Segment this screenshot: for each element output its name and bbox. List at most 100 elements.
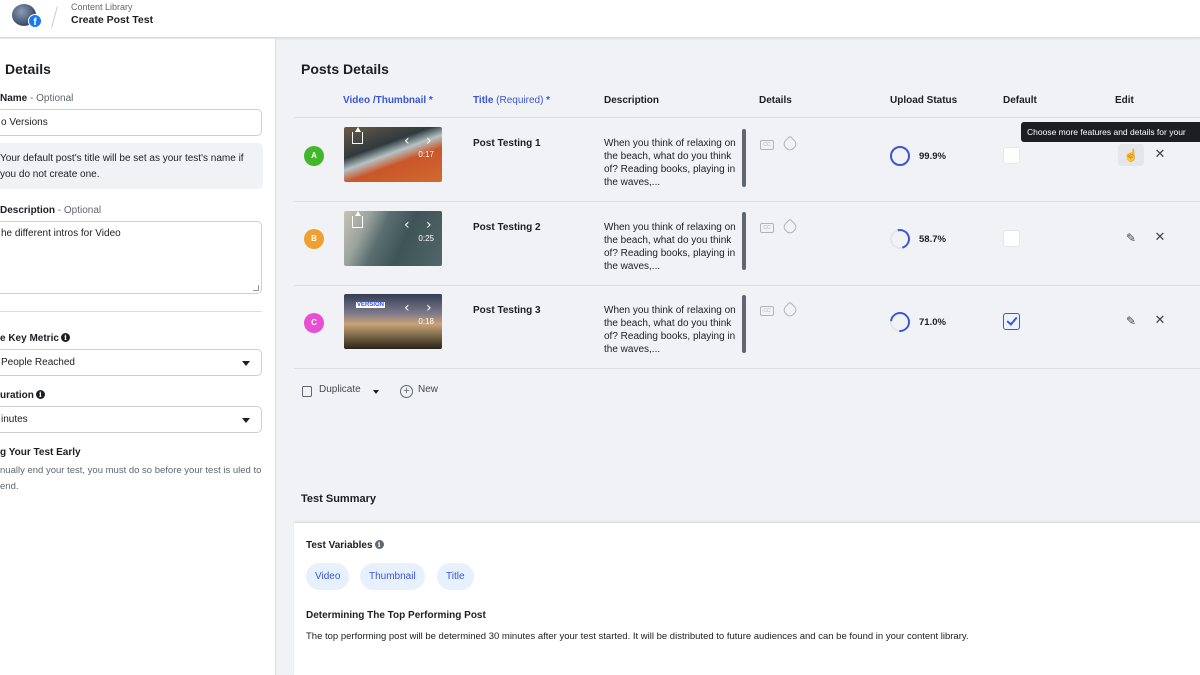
post-title[interactable]: Post Testing 1 bbox=[473, 138, 541, 149]
upload-progress-ring bbox=[886, 225, 914, 253]
post-description[interactable]: When you think of relaxing on the beach,… bbox=[604, 304, 744, 356]
chevron-down-icon[interactable] bbox=[373, 390, 379, 394]
captions-icon[interactable]: CC bbox=[760, 223, 774, 233]
duration-select[interactable]: inutes bbox=[0, 406, 262, 433]
column-description: Description bbox=[604, 95, 660, 106]
column-title: Title (Required) * bbox=[473, 95, 551, 106]
post-title[interactable]: Post Testing 3 bbox=[473, 305, 541, 316]
test-details-panel: Details Name - Optional o Versions Your … bbox=[0, 39, 276, 675]
upload-icon[interactable] bbox=[352, 211, 363, 228]
name-note: Your default post's title will be set as… bbox=[0, 143, 263, 189]
captions-icon[interactable]: CC bbox=[760, 306, 774, 316]
row-divider bbox=[294, 201, 1200, 202]
upload-percent: 58.7% bbox=[919, 234, 946, 245]
chevron-down-icon bbox=[242, 418, 250, 423]
top-post-text: The top performing post will be determin… bbox=[306, 631, 969, 642]
duplicate-button[interactable]: Duplicate bbox=[319, 384, 361, 395]
description-scrollbar[interactable] bbox=[742, 295, 746, 353]
test-description-textarea[interactable]: he different intros for Video bbox=[0, 221, 262, 294]
info-icon[interactable]: i bbox=[35, 390, 45, 399]
video-thumbnail[interactable]: ‹ › 0:25 bbox=[344, 211, 442, 266]
video-thumbnail[interactable]: ‹ › 0:17 bbox=[344, 127, 442, 182]
plus-circle-icon[interactable]: + bbox=[400, 385, 413, 398]
test-name-input[interactable]: o Versions bbox=[0, 109, 262, 136]
chevron-down-icon bbox=[242, 361, 250, 366]
info-icon[interactable]: i bbox=[60, 333, 70, 342]
name-label: Name - Optional bbox=[0, 93, 74, 104]
video-duration: 0:17 bbox=[418, 150, 434, 159]
end-early-text: nually end your test, you must do so bef… bbox=[0, 465, 262, 492]
breadcrumb-content-library[interactable]: Content Library bbox=[71, 2, 133, 12]
post-description[interactable]: When you think of relaxing on the beach,… bbox=[604, 137, 744, 189]
tag-icon[interactable] bbox=[781, 301, 799, 319]
resize-handle[interactable] bbox=[253, 285, 259, 291]
description-scrollbar[interactable] bbox=[742, 212, 746, 270]
upload-percent: 99.9% bbox=[919, 151, 946, 162]
test-variables-label: Test Variables i bbox=[306, 540, 384, 551]
default-checkbox-checked[interactable] bbox=[1003, 313, 1020, 330]
facebook-icon: f bbox=[28, 14, 42, 28]
edit-button[interactable]: ☝ bbox=[1118, 144, 1144, 166]
chevron-left-icon[interactable]: ‹ bbox=[404, 133, 410, 149]
edit-tooltip: Choose more features and details for you… bbox=[1021, 122, 1200, 142]
video-duration: 0:18 bbox=[418, 317, 434, 326]
post-description[interactable]: When you think of relaxing on the beach,… bbox=[604, 221, 744, 273]
test-summary-heading: Test Summary bbox=[301, 493, 376, 505]
row-divider bbox=[294, 117, 1200, 118]
column-details: Details bbox=[759, 95, 792, 106]
upload-progress-ring bbox=[890, 146, 910, 166]
variant-badge: A bbox=[304, 146, 324, 166]
tag-icon[interactable] bbox=[781, 218, 799, 236]
details-heading: Details bbox=[5, 61, 51, 77]
remove-post-button[interactable]: ✕ bbox=[1152, 229, 1168, 245]
breadcrumb-separator bbox=[51, 6, 58, 28]
tag-icon[interactable] bbox=[781, 135, 799, 153]
chevron-right-icon[interactable]: › bbox=[426, 300, 432, 316]
info-icon[interactable]: i bbox=[374, 540, 384, 549]
page-title: Create Post Test bbox=[71, 14, 154, 26]
test-summary-card: Test Variables i Video Thumbnail Title De… bbox=[294, 522, 1200, 675]
chevron-left-icon[interactable]: ‹ bbox=[404, 217, 410, 233]
key-metric-label: e Key Metric i bbox=[0, 333, 70, 344]
row-divider bbox=[294, 368, 1200, 369]
upload-progress-ring bbox=[885, 307, 915, 337]
description-text: he different intros for Video bbox=[1, 228, 121, 239]
variable-pill-video: Video bbox=[306, 563, 350, 590]
chevron-left-icon[interactable]: ‹ bbox=[404, 300, 410, 316]
divider bbox=[0, 311, 262, 312]
row-divider bbox=[294, 285, 1200, 286]
key-metric-value: People Reached bbox=[1, 357, 75, 368]
top-bar: f Content Library Create Post Test bbox=[0, 0, 1200, 38]
brand-watermark: VERSION bbox=[356, 302, 386, 308]
column-edit: Edit bbox=[1115, 95, 1134, 106]
page-logo[interactable]: f bbox=[12, 4, 42, 28]
captions-icon[interactable]: CC bbox=[760, 140, 774, 150]
end-early-label: g Your Test Early bbox=[0, 447, 81, 458]
posts-details-heading: Posts Details bbox=[301, 61, 389, 77]
variant-badge: B bbox=[304, 229, 324, 249]
variable-pill-thumbnail: Thumbnail bbox=[360, 563, 425, 590]
key-metric-select[interactable]: People Reached bbox=[0, 349, 262, 376]
edit-pencil-icon[interactable]: ✎ bbox=[1118, 227, 1144, 249]
remove-post-button[interactable]: ✕ bbox=[1152, 312, 1168, 328]
post-title[interactable]: Post Testing 2 bbox=[473, 222, 541, 233]
duplicate-icon[interactable] bbox=[302, 386, 312, 397]
video-duration: 0:25 bbox=[418, 234, 434, 243]
column-default: Default bbox=[1003, 95, 1037, 106]
description-scrollbar[interactable] bbox=[742, 129, 746, 187]
description-label: Description - Optional bbox=[0, 205, 102, 216]
chevron-right-icon[interactable]: › bbox=[426, 217, 432, 233]
new-post-button[interactable]: New bbox=[418, 384, 438, 395]
default-checkbox[interactable] bbox=[1003, 147, 1020, 164]
remove-post-button[interactable]: ✕ bbox=[1152, 146, 1168, 162]
duration-label: uration i bbox=[0, 390, 45, 401]
chevron-right-icon[interactable]: › bbox=[426, 133, 432, 149]
variable-pill-title: Title bbox=[437, 563, 474, 590]
edit-pencil-icon[interactable]: ✎ bbox=[1118, 310, 1144, 332]
video-thumbnail[interactable]: VERSION ‹ › 0:18 bbox=[344, 294, 442, 349]
column-upload-status: Upload Status bbox=[890, 95, 958, 106]
upload-icon[interactable] bbox=[352, 127, 363, 144]
duration-value: inutes bbox=[1, 414, 28, 425]
default-checkbox[interactable] bbox=[1003, 230, 1020, 247]
upload-percent: 71.0% bbox=[919, 317, 946, 328]
